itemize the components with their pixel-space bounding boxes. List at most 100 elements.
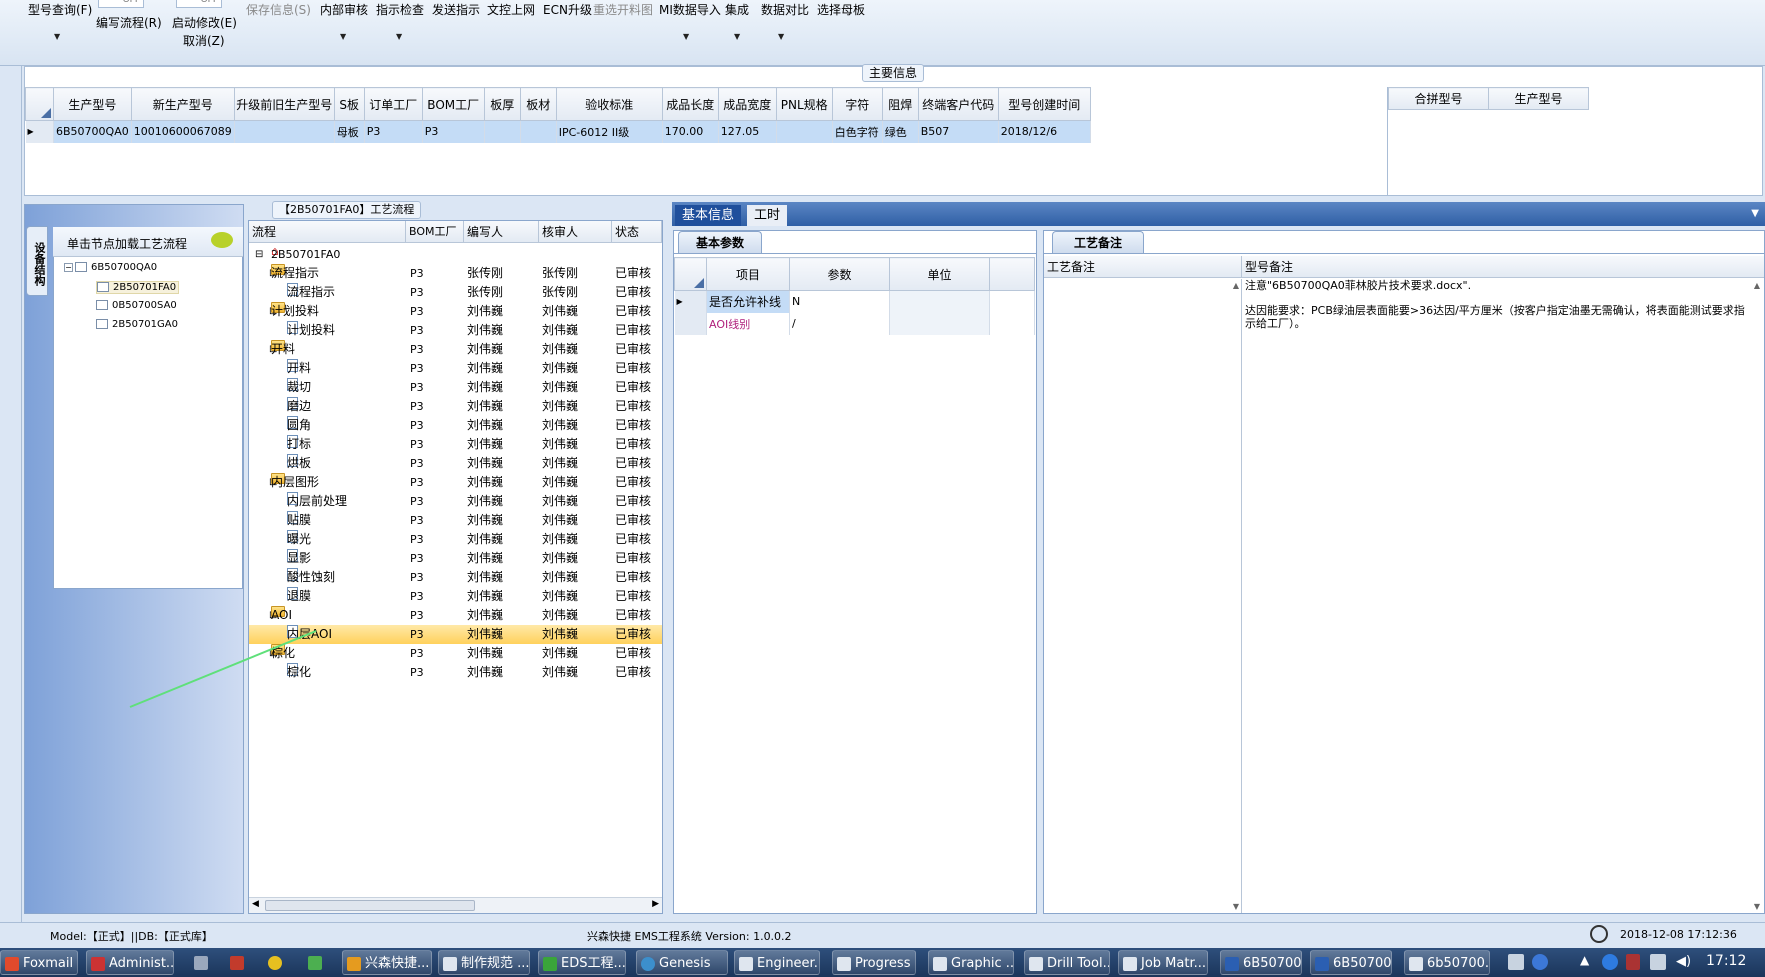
- horizontal-scrollbar[interactable]: ◀ ▶: [249, 897, 662, 913]
- taskbar-item-foxmail[interactable]: Foxmail: [0, 950, 78, 975]
- scroll-right-icon[interactable]: ▶: [652, 899, 659, 909]
- tree-node[interactable]: − 6B50700QA0: [64, 262, 157, 273]
- flow-row[interactable]: 显影 P3 刘伟巍 刘伟巍 已审核: [249, 549, 662, 568]
- taskbar-clock[interactable]: 17:12: [1706, 953, 1746, 969]
- flow-row[interactable]: 流程指示 P3 张传刚 张传刚 已审核: [249, 283, 662, 302]
- taskbar-item[interactable]: 制作规范 ...: [438, 950, 530, 975]
- table-cell[interactable]: [234, 120, 335, 143]
- param-value[interactable]: N: [789, 290, 890, 313]
- column-header[interactable]: 型号创建时间: [997, 87, 1091, 121]
- flow-row[interactable]: 贴膜 P3 刘伟巍 刘伟巍 已审核: [249, 511, 662, 530]
- flow-row[interactable]: 内层前处理 P3 刘伟巍 刘伟巍 已审核: [249, 492, 662, 511]
- tab-process-notes[interactable]: 工艺备注: [1052, 231, 1144, 253]
- table-cell[interactable]: 2018/12/6: [998, 120, 1091, 143]
- table-cell[interactable]: 绿色: [882, 120, 919, 143]
- tab-basic-info[interactable]: 基本信息: [675, 205, 742, 226]
- flow-row[interactable]: 磨边 P3 刘伟巍 刘伟巍 已审核: [249, 397, 662, 416]
- param-unit[interactable]: [889, 312, 990, 335]
- taskbar-quicklaunch[interactable]: [304, 950, 328, 975]
- chevron-down-icon[interactable]: ▼: [396, 32, 402, 41]
- table-cell[interactable]: 白色字符: [832, 120, 883, 143]
- row-selector-header[interactable]: [674, 257, 707, 291]
- keyboard-icon[interactable]: [1508, 954, 1524, 970]
- chevron-down-icon[interactable]: ▼: [734, 32, 740, 41]
- param-item[interactable]: AOI线别: [706, 312, 790, 335]
- column-header[interactable]: 新生产型号: [130, 87, 235, 121]
- chevron-down-icon[interactable]: ▼: [340, 32, 346, 41]
- table-cell[interactable]: 母板: [334, 120, 365, 143]
- column-header[interactable]: 核审人: [539, 221, 612, 243]
- flow-row[interactable]: ⊟计划投料P3刘伟巍刘伟巍已审核: [249, 302, 662, 321]
- column-header[interactable]: 单位: [889, 257, 990, 291]
- edit-flow-button[interactable]: 编写流程(R): [96, 14, 162, 31]
- flag-icon[interactable]: [1650, 954, 1666, 970]
- show-hidden-icons[interactable]: ▲: [1580, 953, 1589, 967]
- column-header[interactable]: 字符: [831, 87, 883, 121]
- table-row[interactable]: ▶ 是否允许补线 N: [674, 290, 1035, 313]
- taskbar-item[interactable]: Drill Tool...: [1024, 950, 1110, 975]
- table-cell[interactable]: P3: [422, 120, 485, 143]
- collapse-icon[interactable]: ⊟: [255, 245, 263, 264]
- column-header[interactable]: 流程: [249, 221, 406, 243]
- column-header[interactable]: 升级前旧生产型号: [233, 87, 335, 121]
- taskbar-item[interactable]: 6b50700...: [1404, 950, 1490, 975]
- reselect-cutting-button[interactable]: 重选开料图: [593, 1, 653, 18]
- checkbox[interactable]: [75, 262, 87, 272]
- taskbar-item[interactable]: EDS工程...: [538, 950, 626, 975]
- integration-button[interactable]: 集成: [725, 1, 749, 18]
- flow-row[interactable]: 烘板 P3 刘伟巍 刘伟巍 已审核: [249, 454, 662, 473]
- column-header[interactable]: 阻焊: [881, 87, 919, 121]
- process-note-textarea[interactable]: ▲ ▼: [1044, 279, 1242, 913]
- column-header[interactable]: 工艺备注: [1044, 256, 1242, 278]
- param-item[interactable]: 是否允许补线: [706, 290, 790, 313]
- model-note-textarea[interactable]: 注意"6B50700QA0菲林胶片技术要求.docx". 达因能要求：PCB绿油…: [1245, 279, 1755, 913]
- taskbar-item[interactable]: Graphic ...: [928, 950, 1014, 975]
- column-header[interactable]: 终端客户代码: [917, 87, 999, 121]
- tree-node[interactable]: 0B50700SA0: [96, 300, 177, 311]
- checkbox[interactable]: [96, 319, 108, 329]
- send-instruction-button[interactable]: 发送指示: [432, 1, 480, 18]
- taskbar-item[interactable]: Progress: [832, 950, 916, 975]
- table-cell[interactable]: B507: [918, 120, 999, 143]
- chevron-down-icon[interactable]: ▼: [683, 32, 689, 41]
- flow-row[interactable]: ⊟AOIP3刘伟巍刘伟巍已审核: [249, 606, 662, 625]
- table-cell[interactable]: 6B50700QA0: [53, 120, 132, 143]
- flow-row[interactable]: 酸性蚀刻 P3 刘伟巍 刘伟巍 已审核: [249, 568, 662, 587]
- start-edit-toggle[interactable]: OFF: [176, 0, 222, 8]
- taskbar-item[interactable]: Job Matr...: [1118, 950, 1208, 975]
- taskbar-quicklaunch[interactable]: [226, 950, 250, 975]
- network-icon[interactable]: [1602, 954, 1618, 970]
- flow-row[interactable]: 开料 P3 刘伟巍 刘伟巍 已审核: [249, 359, 662, 378]
- flow-row[interactable]: 曝光 P3 刘伟巍 刘伟巍 已审核: [249, 530, 662, 549]
- taskbar-item[interactable]: 兴森快捷...: [342, 950, 432, 975]
- scroll-down-icon[interactable]: ▼: [1233, 902, 1239, 911]
- doc-online-button[interactable]: 文控上网: [487, 1, 535, 18]
- collapse-icon[interactable]: −: [64, 262, 73, 272]
- column-header[interactable]: 合拼型号: [1388, 87, 1489, 110]
- column-header[interactable]: 板厚: [483, 87, 521, 121]
- column-header[interactable]: 订单工厂: [363, 87, 423, 121]
- param-value[interactable]: /: [789, 312, 890, 335]
- column-header[interactable]: 编写人: [464, 221, 539, 243]
- data-compare-button[interactable]: 数据对比: [761, 1, 809, 18]
- start-edit-button[interactable]: 启动修改(E): [172, 14, 237, 31]
- taskbar-item[interactable]: Genesis: [636, 950, 728, 975]
- column-header[interactable]: 状态: [612, 221, 662, 243]
- column-header[interactable]: 生产型号: [1488, 87, 1589, 110]
- column-header[interactable]: S板: [333, 87, 365, 121]
- scroll-up-icon[interactable]: ▲: [1233, 281, 1239, 290]
- tree-node-selected[interactable]: 2B50701FA0: [96, 281, 180, 294]
- flow-row[interactable]: 打标 P3 刘伟巍 刘伟巍 已审核: [249, 435, 662, 454]
- scroll-up-icon[interactable]: ▲: [1754, 281, 1760, 290]
- column-header[interactable]: 参数: [789, 257, 890, 291]
- column-header[interactable]: 生产型号: [53, 87, 132, 121]
- table-cell[interactable]: IPC-6012 II级: [556, 120, 663, 143]
- tab-device-structure[interactable]: 设备结构: [26, 226, 48, 296]
- table-row[interactable]: ▶ 6B50700QA0 10010600067089 母板 P3 P3 IPC…: [25, 120, 1091, 143]
- taskbar-item[interactable]: Engineer...: [734, 950, 820, 975]
- mi-import-button[interactable]: MI数据导入: [659, 1, 721, 18]
- checkbox[interactable]: [96, 300, 108, 310]
- tab-labor-hours[interactable]: 工时: [747, 205, 788, 226]
- column-header[interactable]: 板材: [519, 87, 557, 121]
- table-row[interactable]: AOI线别 /: [674, 312, 1035, 335]
